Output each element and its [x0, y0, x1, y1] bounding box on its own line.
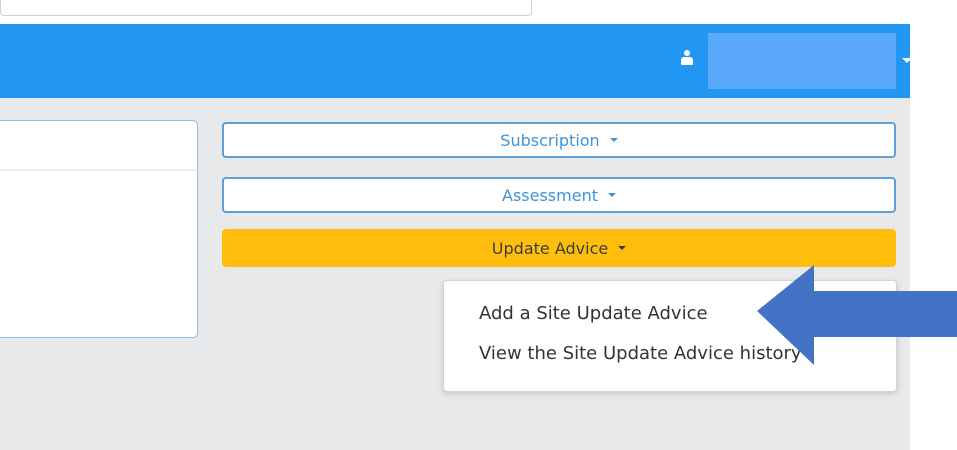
menu-item-add-site-update-advice[interactable]: Add a Site Update Advice: [479, 303, 708, 324]
top-input-field[interactable]: [0, 0, 532, 16]
subscription-label: Subscription: [500, 130, 600, 150]
user-name-redacted[interactable]: [708, 33, 896, 89]
update-advice-label: Update Advice: [491, 238, 609, 258]
update-advice-button[interactable]: Update Advice: [222, 229, 896, 267]
chevron-down-icon: [618, 246, 627, 250]
left-panel: [0, 120, 198, 338]
panel-divider: [0, 169, 197, 171]
arrow-shape: [757, 265, 957, 365]
chevron-down-icon: [607, 193, 616, 197]
assessment-button[interactable]: Assessment: [222, 177, 896, 213]
assessment-label: Assessment: [502, 185, 598, 205]
chevron-down-icon: [609, 138, 618, 142]
top-strip: [0, 0, 957, 22]
page-margin: [910, 0, 957, 450]
chevron-down-icon[interactable]: [902, 58, 912, 63]
annotation-arrow-icon: [757, 265, 957, 365]
subscription-button[interactable]: Subscription: [222, 122, 896, 158]
menu-item-view-update-advice-history[interactable]: View the Site Update Advice history: [479, 343, 802, 364]
user-icon: [680, 50, 694, 66]
